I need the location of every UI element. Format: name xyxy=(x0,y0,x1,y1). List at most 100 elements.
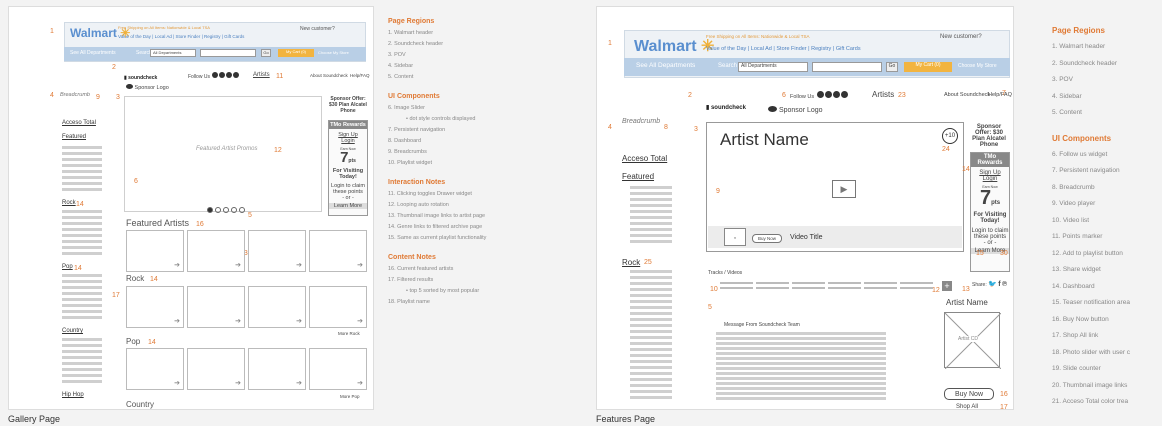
artist-thumbnail-card[interactable]: ➔ xyxy=(187,348,245,390)
track-list-line[interactable] xyxy=(792,282,825,284)
artist-thumbnail-card[interactable]: ➔ xyxy=(309,348,367,390)
help-faq-link[interactable]: Help/FAQ xyxy=(988,92,1012,98)
facebook-icon[interactable]: f xyxy=(998,281,1000,288)
my-cart-button[interactable]: My Cart (0) xyxy=(278,49,314,57)
artist-thumbnail-card[interactable]: ➔ xyxy=(248,230,306,272)
sidebar-featured[interactable]: Featured xyxy=(62,134,86,140)
search-input[interactable] xyxy=(200,49,256,57)
sidebar-acceso-total[interactable]: Acceso Total xyxy=(622,154,667,163)
sidebar-pop[interactable]: Pop xyxy=(62,264,73,270)
choose-store-link[interactable]: Choose My Store xyxy=(958,63,997,69)
search-go-button[interactable]: Go xyxy=(886,62,898,72)
nav-value-of-day[interactable]: Value of the Day xyxy=(706,46,746,52)
choose-store-link[interactable]: Choose My Store xyxy=(318,50,349,55)
artist-thumbnail-card[interactable]: ➔ xyxy=(126,348,184,390)
pinterest-icon[interactable]: ℗ xyxy=(1002,281,1007,288)
social-icon[interactable] xyxy=(816,91,824,98)
slider-dot[interactable] xyxy=(223,207,229,213)
social-icon[interactable] xyxy=(233,72,240,78)
artist-thumbnail-card[interactable]: ➔ xyxy=(248,286,306,328)
artist-thumbnail-card[interactable]: ➔ xyxy=(309,286,367,328)
image-slider[interactable] xyxy=(124,96,322,212)
about-soundcheck-link[interactable]: About Soundcheck xyxy=(310,73,348,78)
search-input[interactable] xyxy=(812,62,882,72)
track-list-line[interactable] xyxy=(756,287,789,289)
see-all-departments-button[interactable]: See All Departments xyxy=(636,62,695,69)
soundcheck-logo[interactable]: ▮ soundcheck xyxy=(124,75,157,81)
nav-store-finder[interactable]: Store Finder xyxy=(776,46,806,52)
top-promo-links[interactable]: Free Shipping on All Items: Nationwide &… xyxy=(118,25,228,30)
new-customer-link[interactable]: New customer? xyxy=(300,26,335,32)
nav-local-ad[interactable]: Local Ad xyxy=(155,34,172,39)
track-list-line[interactable] xyxy=(900,282,933,284)
track-list-line[interactable] xyxy=(720,287,753,289)
artist-thumbnail-card[interactable]: ➔ xyxy=(309,230,367,272)
nav-registry[interactable]: Registry xyxy=(204,34,221,39)
nav-local-ad[interactable]: Local Ad xyxy=(751,46,772,52)
breadcrumb[interactable]: Breadcrumb xyxy=(622,118,660,125)
social-icon[interactable] xyxy=(212,72,219,78)
track-list-line[interactable] xyxy=(864,287,897,289)
twitter-icon[interactable]: 🐦 xyxy=(988,281,997,288)
artist-thumbnail-card[interactable]: ➔ xyxy=(126,230,184,272)
social-icon[interactable] xyxy=(832,91,840,98)
slider-dot[interactable] xyxy=(239,207,245,213)
my-cart-button[interactable]: My Cart (0) xyxy=(904,62,952,72)
slider-dot-controls[interactable] xyxy=(206,200,246,218)
search-go-button[interactable]: Go xyxy=(261,49,271,57)
track-list-line[interactable] xyxy=(864,282,897,284)
artist-thumbnail-card[interactable]: ➔ xyxy=(126,286,184,328)
artist-thumbnail-card[interactable]: ➔ xyxy=(187,230,245,272)
sidebar-acceso-total[interactable]: Acceso Total xyxy=(62,120,96,126)
new-customer-link[interactable]: New customer? xyxy=(940,34,982,40)
tmo-login-link[interactable]: Login xyxy=(971,176,1009,182)
nav-registry[interactable]: Registry xyxy=(811,46,831,52)
sidebar-rock[interactable]: Rock xyxy=(62,200,76,206)
social-icon[interactable] xyxy=(219,72,226,78)
see-all-departments-button[interactable]: See All Departments xyxy=(70,50,116,56)
nav-store-finder[interactable]: Store Finder xyxy=(176,34,201,39)
more-pop-link[interactable]: More Pop xyxy=(340,394,360,399)
video-thumbnail[interactable]: ✕ xyxy=(724,228,746,246)
track-list-line[interactable] xyxy=(828,282,861,284)
about-soundcheck-link[interactable]: About Soundcheck xyxy=(944,92,990,98)
tmo-login-link[interactable]: Login xyxy=(329,138,367,144)
slider-dot[interactable] xyxy=(215,207,221,213)
soundcheck-logo[interactable]: ▮ soundcheck xyxy=(706,104,746,111)
nav-gift-cards[interactable]: Gift Cards xyxy=(224,34,244,39)
artists-nav-link[interactable]: Artists xyxy=(253,72,270,78)
top-promo-links[interactable]: Free Shipping on All Items: Nationwide &… xyxy=(706,34,836,39)
nav-gift-cards[interactable]: Gift Cards xyxy=(836,46,861,52)
artist-thumbnail-card[interactable]: ➔ xyxy=(248,348,306,390)
social-icon[interactable] xyxy=(824,91,832,98)
sidebar-rock[interactable]: Rock xyxy=(622,258,640,267)
social-icon[interactable] xyxy=(226,72,233,78)
shop-all-link[interactable]: Shop All xyxy=(956,404,978,410)
track-list-line[interactable] xyxy=(792,287,825,289)
buy-now-small-button[interactable]: Buy Now xyxy=(752,234,782,243)
breadcrumb[interactable]: Breadcrumb xyxy=(60,92,90,98)
track-list-line[interactable] xyxy=(900,287,933,289)
sidebar-featured[interactable]: Featured xyxy=(622,172,654,181)
track-list-line[interactable] xyxy=(756,282,789,284)
add-to-playlist-button[interactable]: + xyxy=(942,281,952,291)
artists-nav-link[interactable]: Artists xyxy=(872,90,894,99)
buy-now-button[interactable]: Buy Now xyxy=(944,388,994,400)
nav-value-of-day[interactable]: Value of the Day xyxy=(118,34,151,39)
slider-dot[interactable] xyxy=(207,207,213,213)
social-icon[interactable] xyxy=(840,91,848,98)
sidebar-hip-hop[interactable]: Hip Hop xyxy=(62,392,84,398)
artist-thumbnail-card[interactable]: ➔ xyxy=(187,286,245,328)
search-department-select[interactable]: All Departments xyxy=(150,49,196,57)
search-department-select[interactable]: All Departments xyxy=(738,62,808,72)
help-faq-link[interactable]: Help/FAQ xyxy=(350,73,370,78)
track-list-line[interactable] xyxy=(828,287,861,289)
sidebar-country[interactable]: Country xyxy=(62,328,83,334)
more-rock-link[interactable]: More Rock xyxy=(338,331,360,336)
or-separator: - or - xyxy=(983,240,997,246)
learn-more-link[interactable]: Learn More xyxy=(329,203,367,209)
slider-dot[interactable] xyxy=(231,207,237,213)
track-list-line[interactable] xyxy=(720,282,753,284)
walmart-logo[interactable]: Walmart ✳ xyxy=(634,36,714,56)
play-button[interactable]: ▶ xyxy=(832,180,856,198)
